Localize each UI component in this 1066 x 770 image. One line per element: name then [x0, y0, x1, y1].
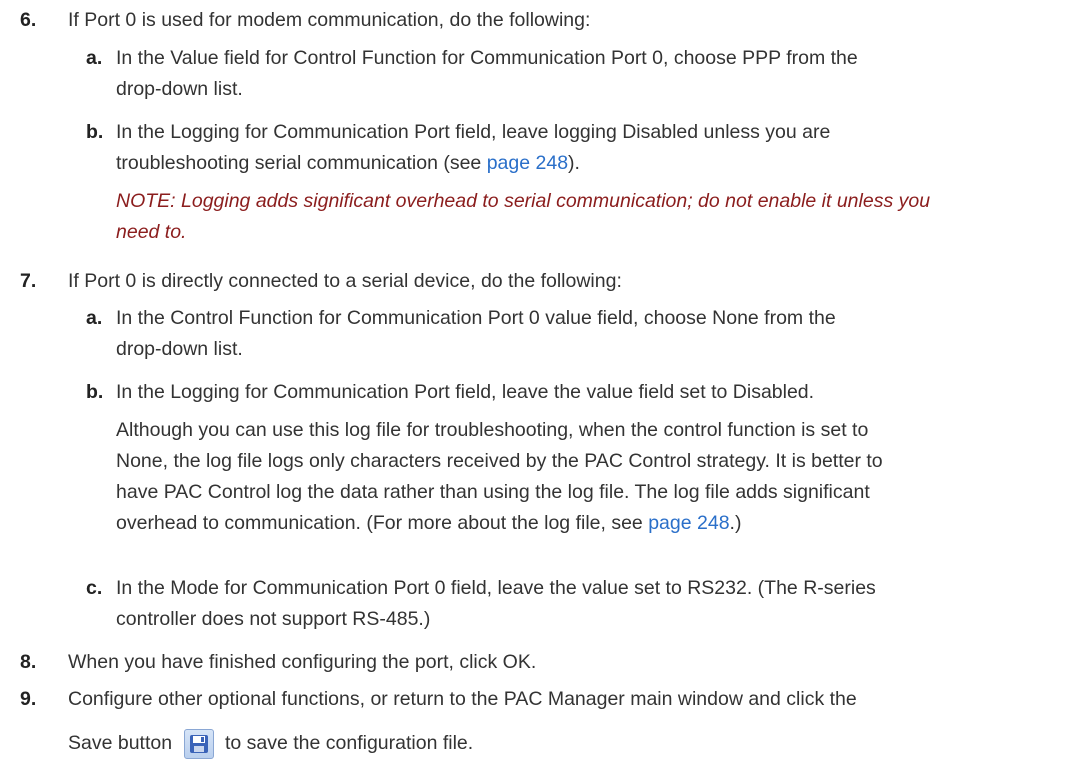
- substep-line: drop-down list.: [116, 78, 243, 100]
- save-instruction-text: to save the configuration file.: [224, 732, 474, 754]
- step-number: 6.: [20, 9, 37, 31]
- substep-letter: b.: [86, 121, 104, 143]
- substep-letter: a.: [86, 47, 103, 69]
- step-text: When you have finished configuring the p…: [68, 651, 537, 673]
- substep-line: In the Value field for Control Function …: [116, 47, 858, 69]
- substep-line: troubleshooting serial communication (se…: [116, 152, 580, 174]
- page-link[interactable]: page 248: [487, 152, 568, 174]
- substep-letter: a.: [86, 307, 103, 329]
- substep-line: In the Control Function for Communicatio…: [116, 307, 836, 329]
- step-text: If Port 0 is used for modem communicatio…: [68, 9, 591, 31]
- step-text: Configure other optional functions, or r…: [68, 688, 857, 710]
- paragraph-line: None, the log file logs only characters …: [116, 450, 883, 472]
- paragraph-line: have PAC Control log the data rather tha…: [116, 481, 870, 503]
- substep-line: controller does not support RS-485.): [116, 608, 431, 630]
- substep-letter: b.: [86, 381, 104, 403]
- substep-line: drop-down list.: [116, 338, 243, 360]
- page-link[interactable]: page 248: [648, 512, 729, 534]
- document-page: 6. If Port 0 is used for modem communica…: [0, 0, 1066, 770]
- substep-line: In the Logging for Communication Port fi…: [116, 381, 815, 403]
- save-disk-icon: [183, 728, 214, 759]
- step-text: If Port 0 is directly connected to a ser…: [68, 270, 622, 292]
- step-number: 9.: [20, 688, 37, 710]
- substep-line: In the Mode for Communication Port 0 fie…: [116, 577, 876, 599]
- step-number: 7.: [20, 270, 37, 292]
- note-line: need to.: [116, 221, 187, 243]
- substep-letter: c.: [86, 577, 103, 599]
- paragraph-line: overhead to communication. (For more abo…: [116, 512, 742, 534]
- note-line: NOTE: Logging adds significant overhead …: [116, 190, 931, 212]
- save-button-text: Save button: [68, 732, 173, 754]
- paragraph-line: Although you can use this log file for t…: [116, 419, 869, 441]
- substep-line: In the Logging for Communication Port fi…: [116, 121, 831, 143]
- step-number: 8.: [20, 651, 37, 673]
